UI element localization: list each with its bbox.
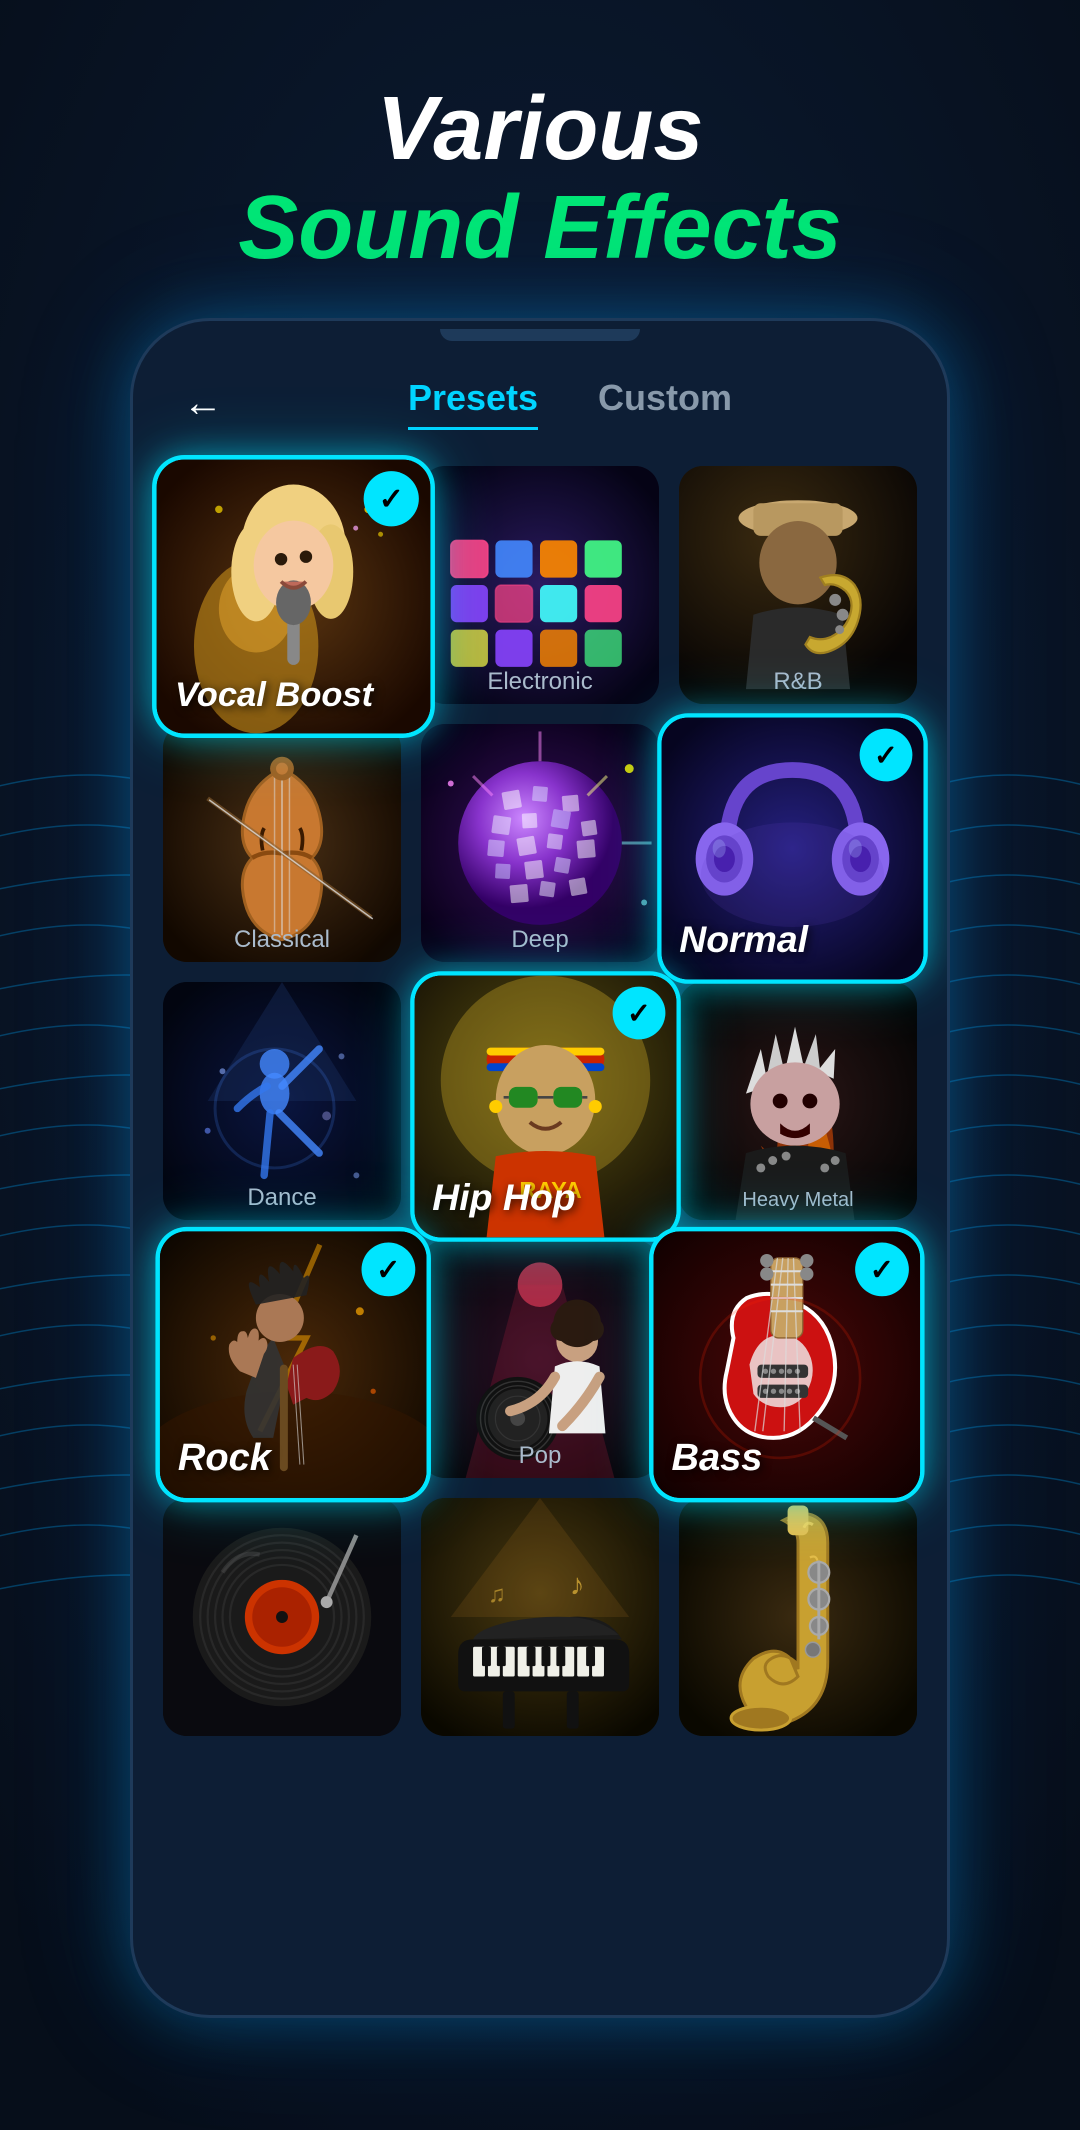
card-electronic-wrapper: Electronic bbox=[421, 466, 659, 704]
nav-tabs: Presets Custom bbox=[233, 377, 907, 430]
card-vocal-boost-wrapper: ✓ Vocal Boost bbox=[157, 460, 431, 734]
card-title-normal: Normal bbox=[679, 919, 808, 962]
title-line2: Sound Effects bbox=[0, 179, 1080, 278]
card-dance[interactable]: Dance bbox=[163, 982, 401, 1220]
card-title-vocal-boost: Vocal Boost bbox=[175, 676, 373, 715]
card-deep-wrapper: Deep bbox=[421, 724, 659, 962]
phone-notch bbox=[440, 329, 640, 341]
checkmark-normal: ✓ bbox=[860, 729, 913, 782]
header: Various Sound Effects bbox=[0, 0, 1080, 318]
card-dance-wrapper: Dance bbox=[163, 982, 401, 1220]
card-electronic[interactable]: Electronic bbox=[421, 466, 659, 704]
card-rock[interactable]: ✓ Rock bbox=[160, 1231, 427, 1498]
card-piano[interactable]: ♪ ♫ bbox=[421, 1498, 659, 1736]
card-label-classical: Classical bbox=[163, 926, 401, 954]
card-normal-wrapper: ✓ Normal bbox=[662, 718, 924, 980]
card-vocal-boost[interactable]: ✓ Vocal Boost bbox=[157, 460, 431, 734]
card-pop-wrapper: Pop bbox=[421, 1240, 659, 1478]
tab-custom[interactable]: Custom bbox=[598, 377, 732, 430]
tab-presets[interactable]: Presets bbox=[408, 377, 538, 430]
card-piano-wrapper: ♪ ♫ bbox=[421, 1498, 659, 1736]
card-hiphop[interactable]: RAYA ✓ Hip Hop bbox=[415, 976, 677, 1238]
checkmark-rock: ✓ bbox=[362, 1243, 416, 1297]
card-label-heavymetal: Heavy Metal bbox=[679, 1189, 917, 1212]
card-rnb[interactable]: R&B bbox=[679, 466, 917, 704]
card-title-bass: Bass bbox=[671, 1436, 762, 1480]
card-sax2-wrapper bbox=[679, 1498, 917, 1736]
card-image-heavymetal bbox=[679, 982, 917, 1220]
title-line1: Various bbox=[0, 80, 1080, 179]
card-rock-wrapper: ✓ Rock bbox=[160, 1231, 427, 1498]
card-label-dance: Dance bbox=[163, 1184, 401, 1212]
card-label-rnb: R&B bbox=[679, 668, 917, 696]
card-label-electronic: Electronic bbox=[421, 668, 659, 696]
phone-mockup: ← Presets Custom bbox=[130, 318, 950, 2018]
card-bass-wrapper: ✓ Bass bbox=[654, 1231, 921, 1498]
svg-text:♫: ♫ bbox=[488, 1581, 506, 1608]
card-title-hiphop: Hip Hop bbox=[432, 1177, 575, 1220]
phone-container: ← Presets Custom bbox=[0, 318, 1080, 2018]
card-rnb-wrapper: R&B bbox=[679, 466, 917, 704]
card-normal[interactable]: ✓ Normal bbox=[662, 718, 924, 980]
card-classical[interactable]: Classical bbox=[163, 724, 401, 962]
checkmark-vocal-boost: ✓ bbox=[364, 471, 419, 526]
card-title-rock: Rock bbox=[178, 1436, 271, 1480]
checkmark-hiphop: ✓ bbox=[613, 987, 666, 1040]
card-heavymetal[interactable]: Heavy Metal bbox=[679, 982, 917, 1220]
card-vinyl[interactable] bbox=[163, 1498, 401, 1736]
sound-effects-grid: ✓ Vocal Boost bbox=[133, 446, 947, 1756]
card-pop[interactable]: Pop bbox=[421, 1240, 659, 1478]
card-image-vinyl bbox=[163, 1498, 401, 1736]
card-classical-wrapper: Classical bbox=[163, 724, 401, 962]
nav-bar: ← Presets Custom bbox=[133, 341, 947, 446]
card-hiphop-wrapper: RAYA ✓ Hip Hop bbox=[415, 976, 677, 1238]
card-deep[interactable]: Deep bbox=[421, 724, 659, 962]
card-label-deep: Deep bbox=[421, 926, 659, 954]
back-button[interactable]: ← bbox=[173, 371, 233, 436]
card-bass[interactable]: ✓ Bass bbox=[654, 1231, 921, 1498]
svg-text:♪: ♪ bbox=[570, 1569, 585, 1602]
card-label-pop: Pop bbox=[421, 1442, 659, 1470]
card-sax2[interactable] bbox=[679, 1498, 917, 1736]
card-image-piano: ♪ ♫ bbox=[421, 1498, 659, 1736]
card-image-sax2 bbox=[679, 1498, 917, 1736]
card-vinyl-wrapper bbox=[163, 1498, 401, 1736]
card-heavymetal-wrapper: Heavy Metal bbox=[679, 982, 917, 1220]
checkmark-bass: ✓ bbox=[855, 1243, 909, 1297]
